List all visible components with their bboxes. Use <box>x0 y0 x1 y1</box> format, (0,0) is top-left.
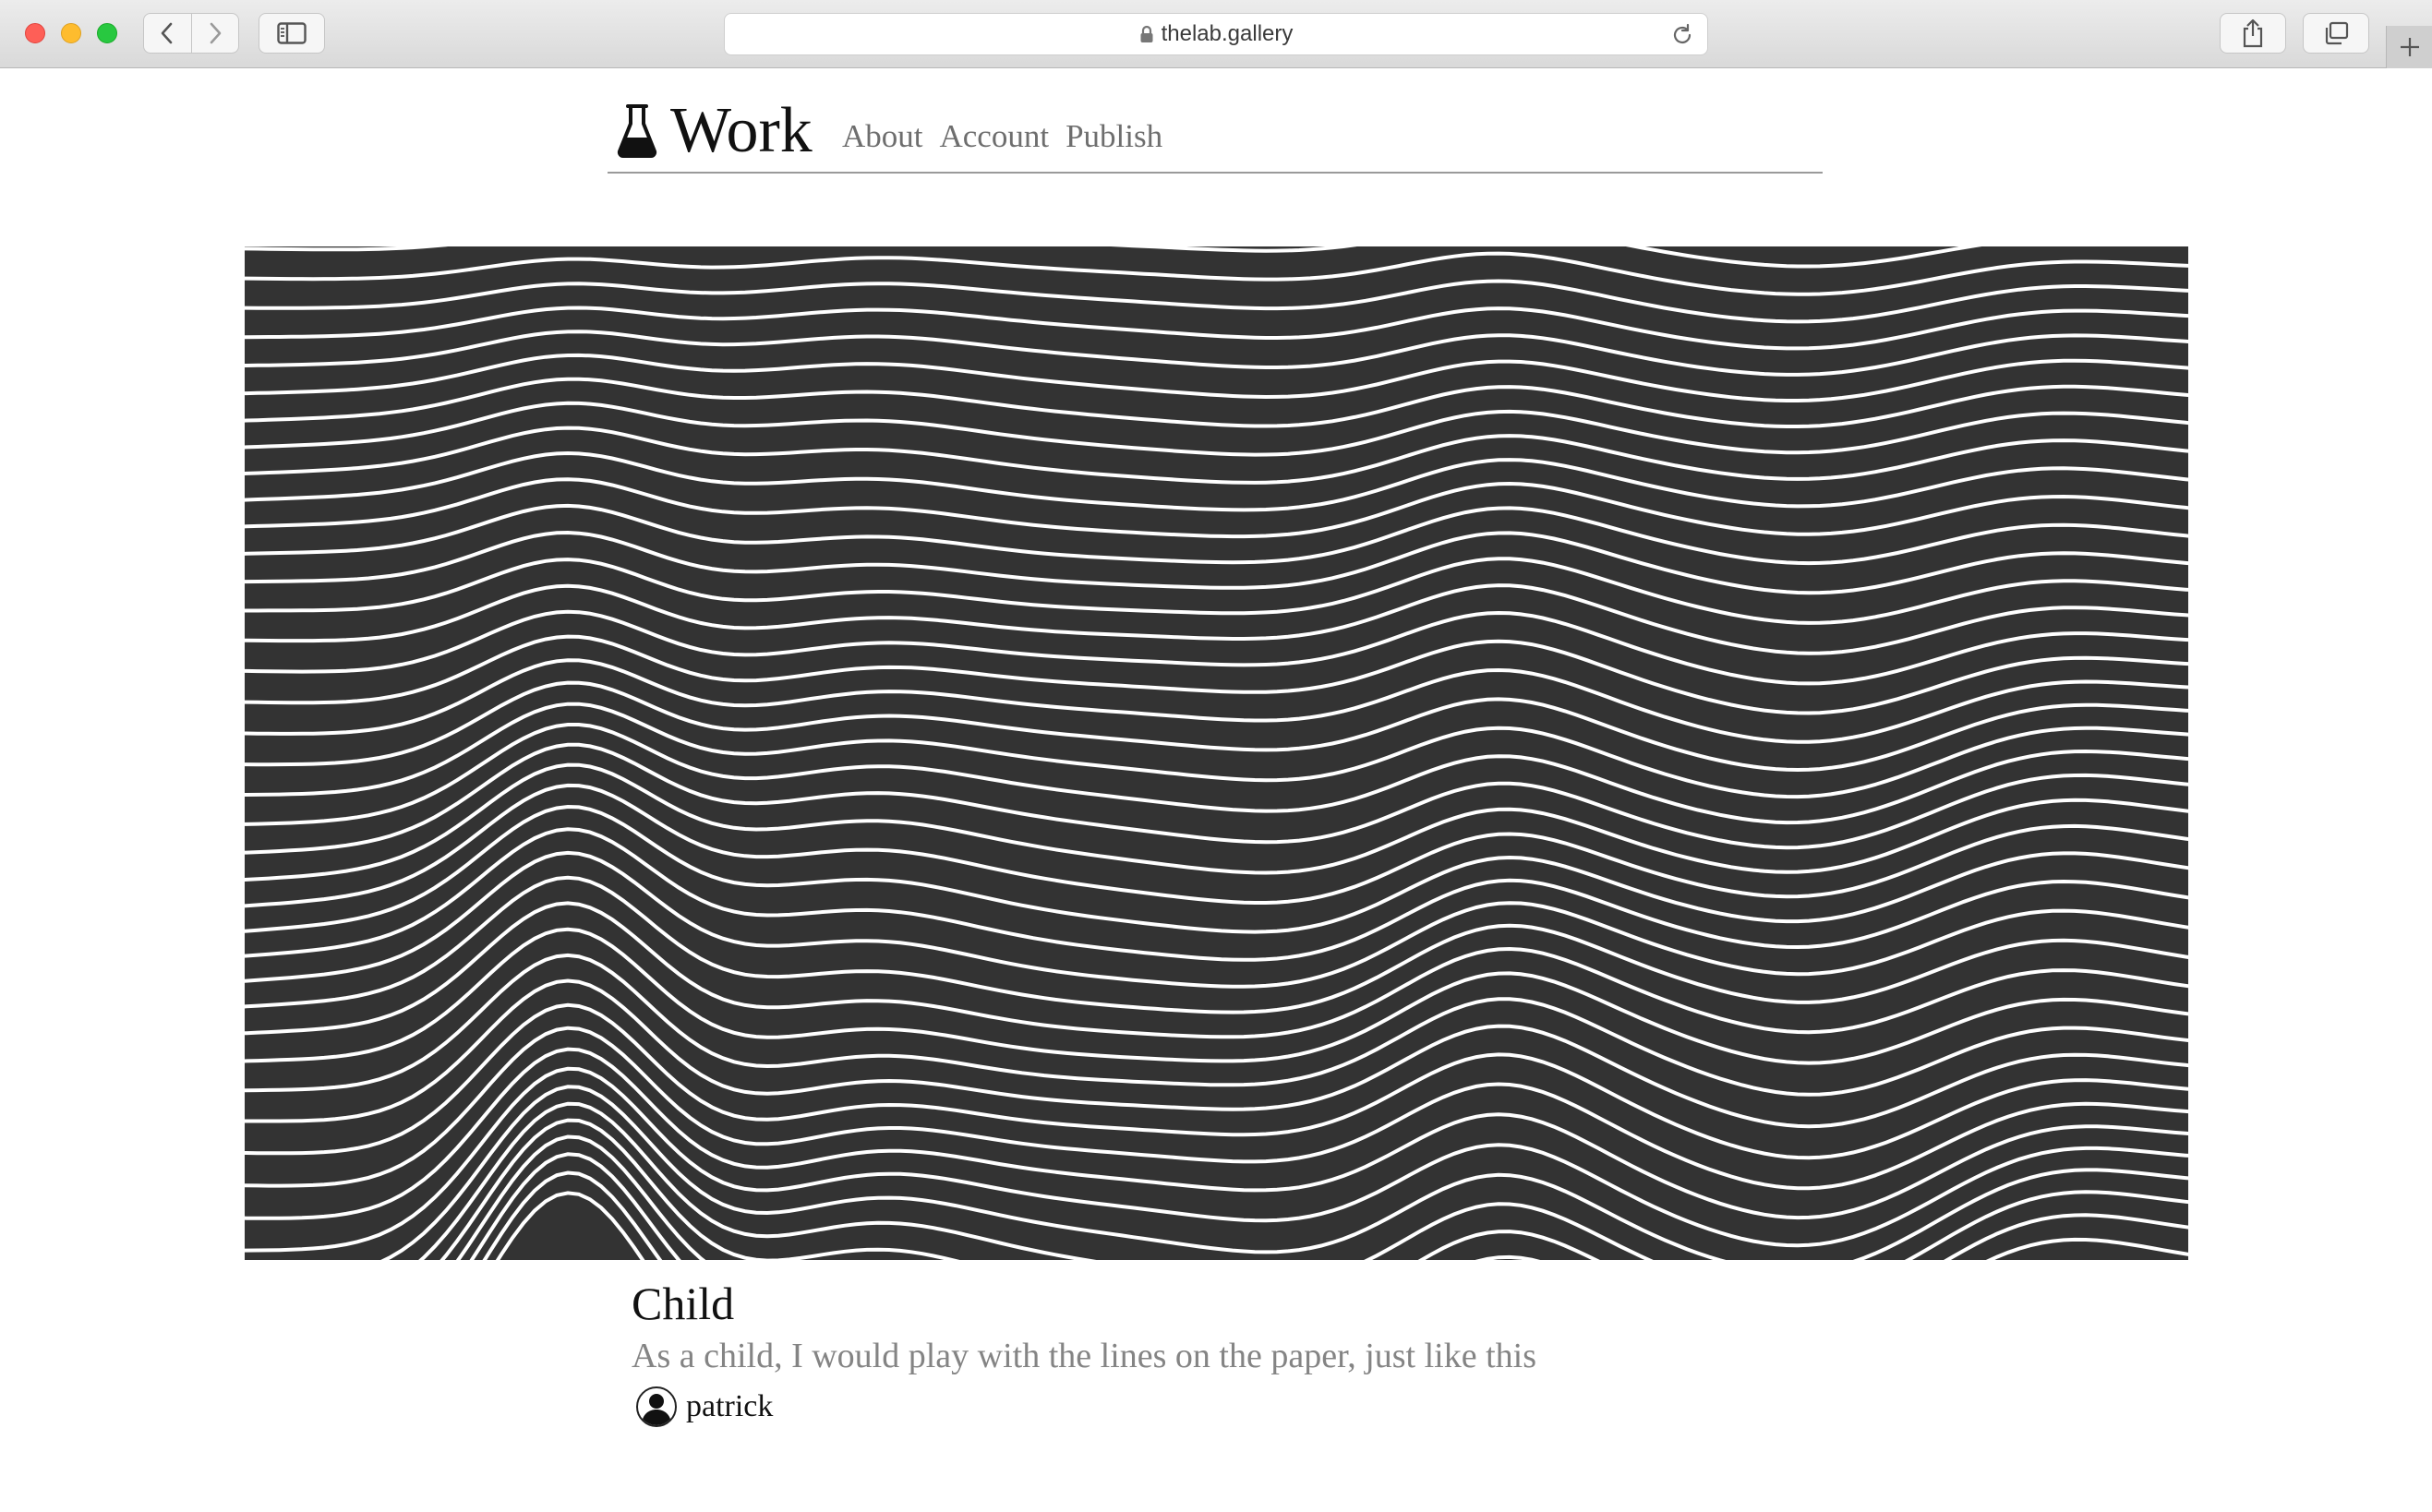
url-text: thelab.gallery <box>1161 21 1294 46</box>
address-bar[interactable]: thelab.gallery <box>724 13 1708 55</box>
tabs-icon <box>2325 21 2349 45</box>
site-header: Work About Account Publish <box>608 90 1823 174</box>
author-name: patrick <box>686 1389 774 1423</box>
art-line <box>245 634 2188 715</box>
maximize-window-button[interactable] <box>97 23 117 43</box>
art-line <box>245 927 2188 1065</box>
artwork-image[interactable] <box>245 246 2188 1260</box>
back-icon <box>161 22 173 44</box>
art-line <box>245 401 2188 457</box>
lock-icon <box>1140 25 1153 42</box>
close-window-button[interactable] <box>25 23 45 43</box>
reload-icon[interactable] <box>1670 23 1694 47</box>
site-title[interactable]: Work <box>670 94 813 168</box>
user-icon <box>636 1386 677 1427</box>
main-nav: About Account Publish <box>842 116 1162 157</box>
art-line <box>418 1101 2188 1260</box>
forward-button[interactable] <box>190 14 239 53</box>
sidebar-toggle-button[interactable] <box>259 13 325 54</box>
nav-publish[interactable]: Publish <box>1066 116 1162 157</box>
work-title: Child <box>632 1278 735 1329</box>
wavy-lines-artwork <box>245 246 2188 1260</box>
art-line <box>245 953 2188 1097</box>
art-line <box>380 1085 2188 1260</box>
forward-icon <box>210 22 222 44</box>
minimize-window-button[interactable] <box>61 23 81 43</box>
art-line <box>245 978 2188 1129</box>
art-line <box>245 850 2188 989</box>
art-line <box>245 306 2188 351</box>
sidebar-icon <box>277 22 307 44</box>
browser-toolbar: thelab.gallery <box>0 0 2432 68</box>
nav-about[interactable]: About <box>842 116 923 157</box>
share-icon <box>2243 18 2263 48</box>
show-tabs-button[interactable] <box>2303 13 2369 54</box>
new-tab-button[interactable] <box>2386 26 2432 68</box>
art-line <box>245 609 2188 686</box>
art-line <box>245 246 1982 269</box>
plus-icon <box>2400 38 2419 56</box>
share-button[interactable] <box>2220 13 2286 54</box>
author-link[interactable]: patrick <box>636 1386 773 1427</box>
nav-account[interactable]: Account <box>940 116 1050 157</box>
history-nav-group <box>143 13 239 54</box>
flask-icon[interactable] <box>617 103 657 159</box>
art-line <box>245 377 2188 428</box>
work-description: As a child, I would play with the lines … <box>632 1337 1536 1375</box>
back-button[interactable] <box>144 14 191 53</box>
